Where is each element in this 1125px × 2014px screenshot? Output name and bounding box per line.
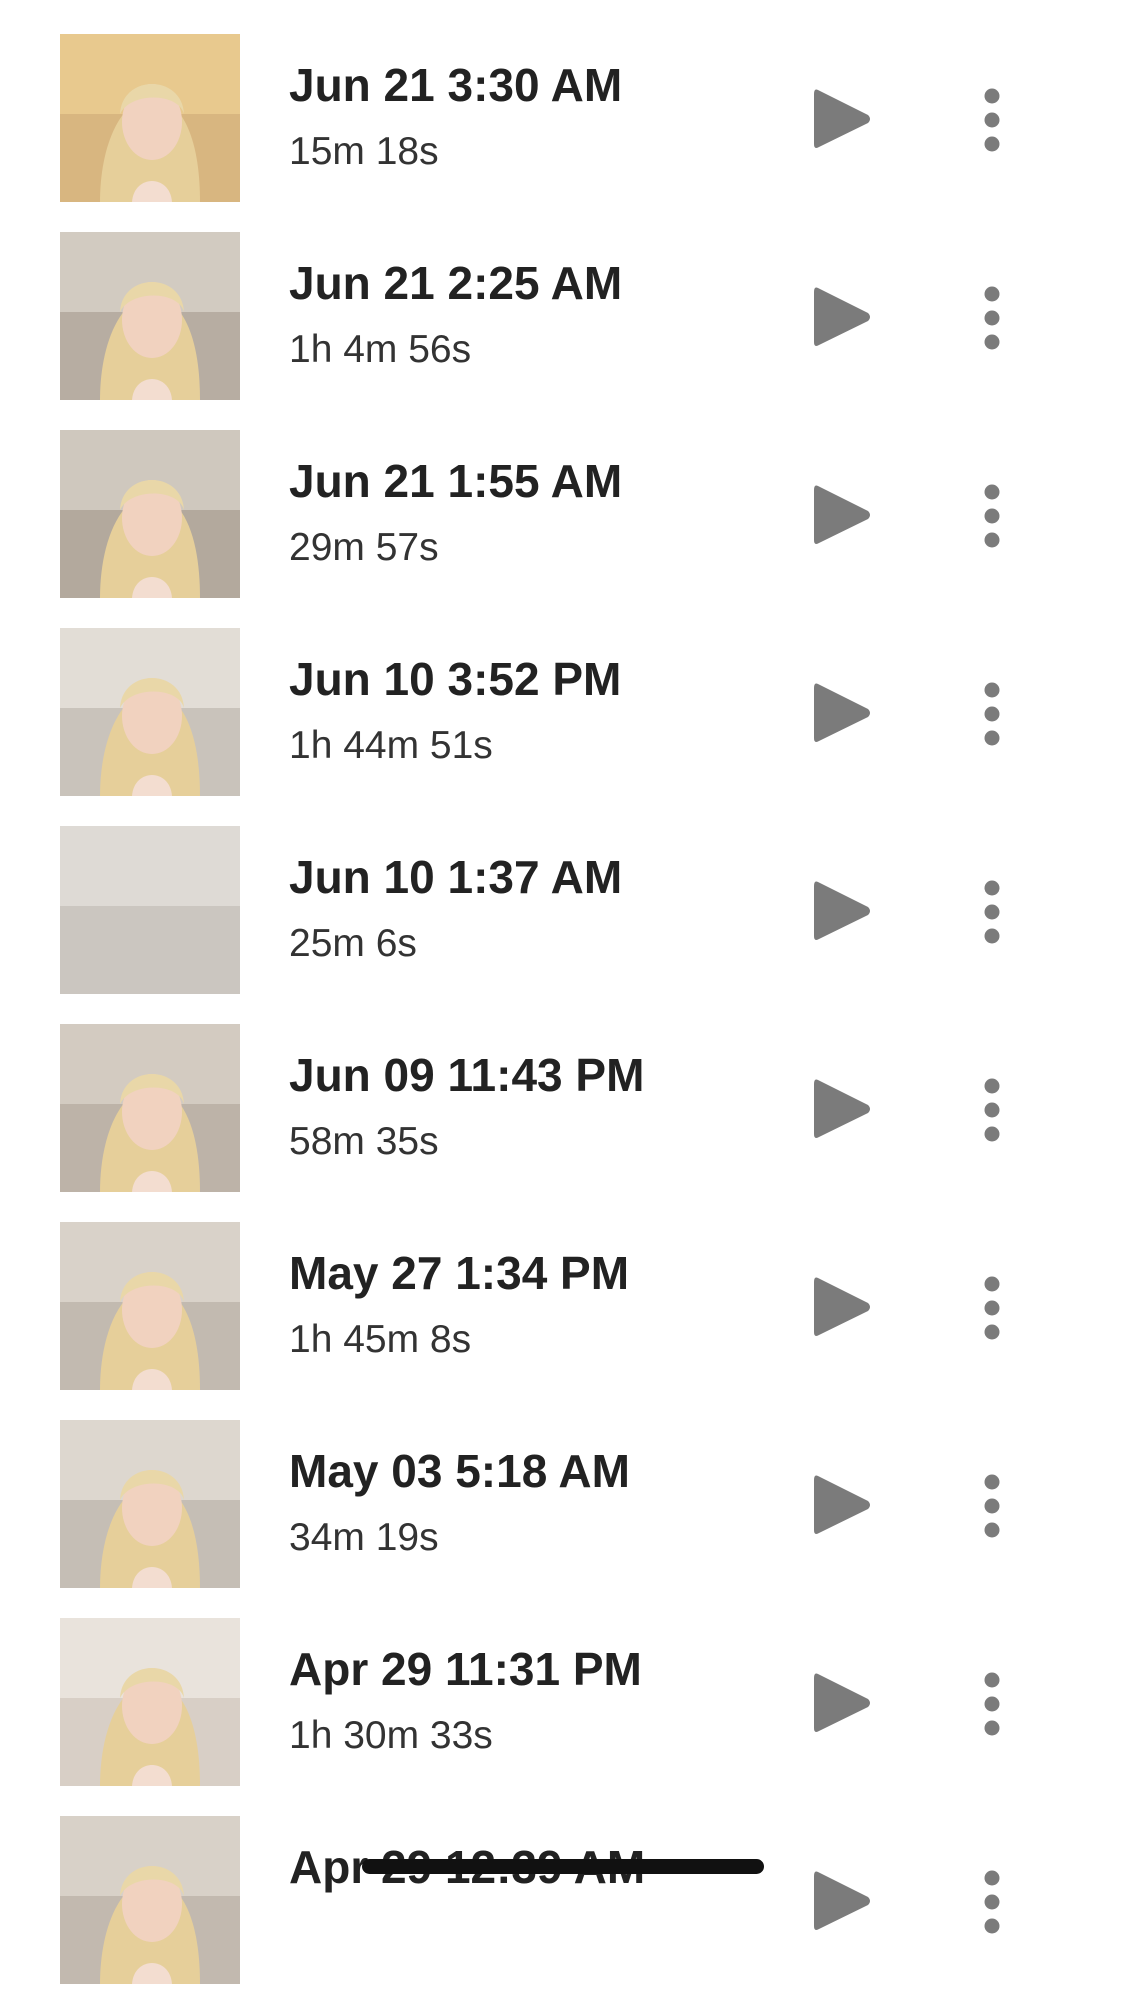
more-vertical-icon[interactable] [972,880,1012,944]
recording-row[interactable]: Jun 21 2:25 AM 1h 4m 56s [0,232,1125,430]
recording-thumbnail[interactable] [60,34,240,202]
recording-row[interactable]: May 03 5:18 AM 34m 19s [0,1420,1125,1618]
play-icon[interactable] [812,86,872,152]
recording-title: May 27 1:34 PM [289,1247,630,1299]
recording-row[interactable]: May 27 1:34 PM 1h 45m 8s [0,1222,1125,1420]
recording-title: Jun 21 1:55 AM [289,455,623,507]
recording-thumbnail[interactable] [60,1420,240,1588]
more-vertical-icon[interactable] [972,1672,1012,1736]
recording-duration: 34m 19s [289,1516,439,1559]
recording-thumbnail[interactable] [60,628,240,796]
recording-title: Jun 21 2:25 AM [289,257,623,309]
recording-row[interactable]: Jun 09 11:43 PM 58m 35s [0,1024,1125,1222]
recording-duration: 1h 4m 56s [289,328,472,371]
recording-thumbnail[interactable] [60,232,240,400]
more-vertical-icon[interactable] [972,1078,1012,1142]
recording-duration: 1h 30m 33s [289,1714,493,1757]
play-icon[interactable] [812,878,872,944]
more-vertical-icon[interactable] [972,682,1012,746]
recordings-list: Jun 21 3:30 AM 15m 18s Jun 21 2:25 AM 1h 4m… [0,34,1125,2014]
recording-duration: 1h 44m 51s [289,724,493,767]
recording-thumbnail[interactable] [60,430,240,598]
recording-row[interactable]: Jun 10 1:37 AM 25m 6s [0,826,1125,1024]
recording-row[interactable]: Jun 21 3:30 AM 15m 18s [0,34,1125,232]
play-icon[interactable] [812,680,872,746]
recording-duration: 58m 35s [289,1120,439,1163]
recording-duration: 25m 6s [289,922,417,965]
more-vertical-icon[interactable] [972,484,1012,548]
recording-thumbnail[interactable] [60,1024,240,1192]
recording-title: Apr 29 11:31 PM [289,1643,642,1695]
recording-row[interactable]: Jun 10 3:52 PM 1h 44m 51s [0,628,1125,826]
recording-thumbnail[interactable] [60,1222,240,1390]
recording-title: Jun 10 3:52 PM [289,653,622,705]
recording-title: Jun 09 11:43 PM [289,1049,645,1101]
recording-duration: 1h 45m 8s [289,1318,472,1361]
play-icon[interactable] [812,1076,872,1142]
home-indicator[interactable] [362,1859,764,1874]
recording-row[interactable]: Jun 21 1:55 AM 29m 57s [0,430,1125,628]
more-vertical-icon[interactable] [972,286,1012,350]
more-vertical-icon[interactable] [972,1474,1012,1538]
recording-duration: 29m 57s [289,526,439,569]
recording-row[interactable]: Apr 29 12:39 AM [0,1816,1125,2014]
recording-thumbnail[interactable] [60,1816,240,1984]
play-icon[interactable] [812,1274,872,1340]
play-icon[interactable] [812,1670,872,1736]
recording-title: Jun 10 1:37 AM [289,851,623,903]
play-icon[interactable] [812,284,872,350]
play-icon[interactable] [812,1868,872,1934]
recording-thumbnail[interactable] [60,1618,240,1786]
more-vertical-icon[interactable] [972,88,1012,152]
more-vertical-icon[interactable] [972,1870,1012,1934]
recording-duration: 15m 18s [289,130,439,173]
play-icon[interactable] [812,1472,872,1538]
recording-title: May 03 5:18 AM [289,1445,630,1497]
recording-row[interactable]: Apr 29 11:31 PM 1h 30m 33s [0,1618,1125,1816]
recording-thumbnail[interactable] [60,826,240,994]
recording-title: Jun 21 3:30 AM [289,59,623,111]
play-icon[interactable] [812,482,872,548]
more-vertical-icon[interactable] [972,1276,1012,1340]
